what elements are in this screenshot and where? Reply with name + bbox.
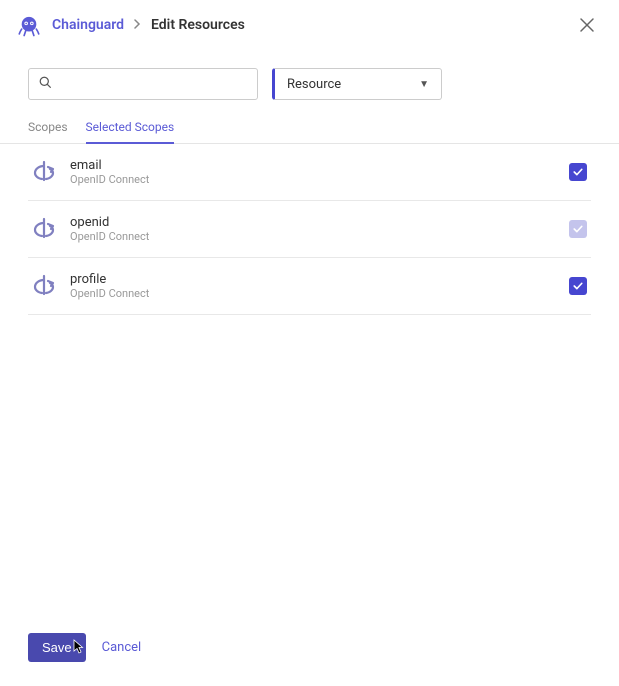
scope-resource: OpenID Connect — [70, 287, 555, 300]
resource-select-label: Resource — [287, 77, 341, 92]
cancel-link[interactable]: Cancel — [102, 640, 142, 655]
openid-icon — [32, 160, 56, 184]
scope-checkbox-disabled — [569, 220, 587, 238]
save-button-label: Save — [42, 640, 72, 655]
chevron-right-icon — [134, 18, 141, 32]
scope-name: profile — [70, 272, 555, 287]
save-button[interactable]: Save — [28, 633, 86, 662]
scope-checkbox[interactable] — [569, 277, 587, 295]
controls-row: Resource ▼ — [0, 50, 619, 108]
scope-info: openid OpenID Connect — [70, 215, 555, 243]
logo-icon — [16, 12, 42, 38]
tabs: Scopes Selected Scopes — [0, 108, 619, 144]
caret-down-icon: ▼ — [419, 79, 429, 90]
breadcrumb-link[interactable]: Chainguard — [52, 17, 124, 33]
scope-row: profile OpenID Connect — [28, 258, 591, 315]
scope-row: email OpenID Connect — [28, 144, 591, 201]
scope-name: email — [70, 158, 555, 173]
openid-icon — [32, 217, 56, 241]
cursor-icon — [70, 639, 84, 658]
scope-name: openid — [70, 215, 555, 230]
openid-icon — [32, 274, 56, 298]
scope-resource: OpenID Connect — [70, 230, 555, 243]
search-input-wrapper[interactable] — [28, 68, 258, 100]
tab-selected-scopes[interactable]: Selected Scopes — [86, 114, 175, 144]
tab-scopes[interactable]: Scopes — [28, 114, 68, 144]
search-input[interactable] — [60, 77, 247, 92]
scope-resource: OpenID Connect — [70, 173, 555, 186]
header: Chainguard Edit Resources — [0, 0, 619, 50]
search-icon — [39, 76, 52, 93]
page-title: Edit Resources — [151, 17, 245, 33]
resource-select[interactable]: Resource ▼ — [272, 68, 442, 100]
scope-info: email OpenID Connect — [70, 158, 555, 186]
scope-list: email OpenID Connect openid OpenID Conne… — [0, 144, 619, 315]
breadcrumb: Chainguard Edit Resources — [52, 17, 565, 33]
scope-checkbox[interactable] — [569, 163, 587, 181]
close-button[interactable] — [575, 13, 599, 37]
scope-info: profile OpenID Connect — [70, 272, 555, 300]
footer: Save Cancel — [28, 633, 141, 662]
scope-row: openid OpenID Connect — [28, 201, 591, 258]
